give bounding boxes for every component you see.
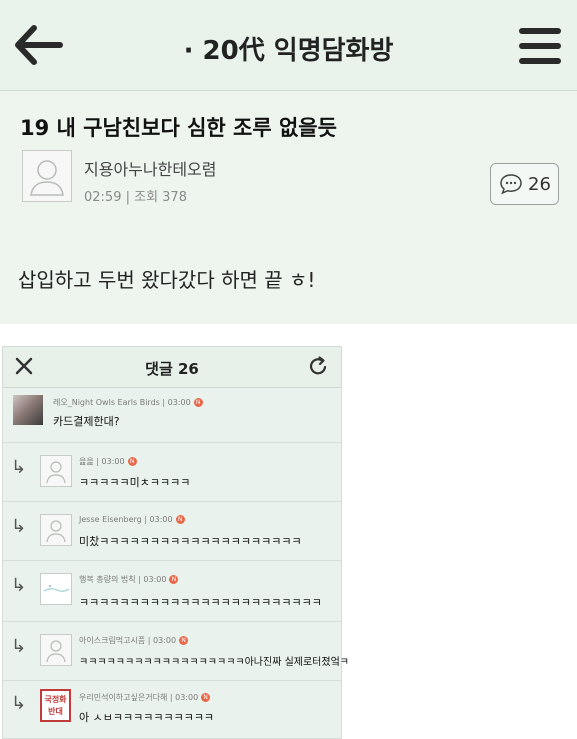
comment-meta: Jesse Eisenberg | 03:00 N [79,515,185,524]
comment-meta: 읊읊 | 03:00 N [79,456,137,467]
comment-meta: 우리민석이하고싶은거다해 | 03:00 N [79,692,211,703]
reply-arrow-icon: ↳ [11,693,27,714]
app-header: · 20代 익명담화방 [0,0,577,91]
comment-item: ↳ 읊읊 | 03:00 N ㅋㅋㅋㅋㅋ미ㅊㅋㅋㅋㅋ [3,443,341,502]
comment-item: ↳ 아이스크림먹고시픔 | 03:00 N ㅋㅋㅋㅋㅋㅋㅋㅋㅋㅋㅋㅋㅋㅋㅋㅋㅋㅋ아… [3,622,349,681]
comment-time: 03:00 [149,515,173,524]
comment-meta: 행복 총량의 법칙 | 03:00 N [79,574,179,585]
comments-header: 댓글 26 [3,347,341,388]
comment-author[interactable]: 행복 총량의 법칙 [79,575,136,584]
comment-item: 레오_Night Owls Earls Birds | 03:00 N 카드결제한… [3,388,341,443]
comment-author[interactable]: Jesse Eisenberg [79,515,142,524]
speech-bubble-icon [500,174,522,195]
comment-item: ↳ 국정화 반대 우리민석이하고싶은거다해 | 03:00 N 아 ㅅㅂㅋㅋㅋㅋㅋ… [3,681,341,737]
post-body: 삽입하고 두번 왔다갔다 하면 끝 ㅎ! [18,268,316,292]
comments-panel: 댓글 26 레오_Night Owls Earls Birds | 03:00 N… [2,346,349,739]
user-icon [30,160,64,196]
user-icon [46,640,66,663]
sky-image-icon [43,585,70,592]
comment-time: 03:00 [143,575,167,584]
comment-count: 26 [528,174,551,195]
comment-time: 03:00 [167,398,191,407]
comment-text: ㅋㅋㅋㅋㅋㅋㅋㅋㅋㅋㅋㅋㅋㅋㅋㅋㅋㅋㅋㅋㅋㅋㅋㅋ [79,596,322,609]
user-icon [46,461,66,484]
page-title: · 20代 익명담화방 [183,36,394,66]
new-badge: N [193,398,203,407]
refresh-icon[interactable] [305,353,331,379]
comment-item: ↳ 행복 총량의 법칙 | 03:00 N ㅋㅋㅋㅋㅋㅋㅋㅋㅋㅋㅋㅋㅋㅋㅋㅋㅋㅋㅋ… [3,561,341,622]
avatar [40,514,72,546]
comment-time: 03:00 [175,693,199,702]
comment-text: ㅋㅋㅋㅋㅋㅋㅋㅋㅋㅋㅋㅋㅋㅋㅋㅋㅋㅋ아나진짜 실제로터졌엌ㅋ [79,657,349,668]
comment-meta: 레오_Night Owls Earls Birds | 03:00 N [53,397,203,408]
post-title: 19 내 구남친보다 심한 조루 없을듯 [20,116,337,140]
reply-arrow-icon: ↳ [11,516,27,537]
comment-meta: 아이스크림먹고시픔 | 03:00 N [79,635,189,646]
post-meta: 02:59 | 조회 378 [84,190,187,205]
comment-text: 아 ㅅㅂㅋㅋㅋㅋㅋㅋㅋㅋㅋㅋ [79,711,215,724]
new-badge: N [201,693,211,702]
avatar: 국정화 반대 [40,689,71,722]
avatar [22,150,72,202]
comment-text: 미찼ㅋㅋㅋㅋㅋㅋㅋㅋㅋㅋㅋㅋㅋㅋㅋㅋㅋㅋㅋㅋ [79,535,302,548]
comment-text: ㅋㅋㅋㅋㅋ미ㅊㅋㅋㅋㅋ [79,476,191,489]
comment-author[interactable]: 레오_Night Owls Earls Birds [53,398,160,407]
comment-item: ↳ Jesse Eisenberg | 03:00 N 미찼ㅋㅋㅋㅋㅋㅋㅋㅋㅋㅋㅋ… [3,502,341,561]
comments-title: 댓글 26 [145,360,199,378]
post-panel: · 20代 익명담화방 19 내 구남친보다 심한 조루 없을듯 지용아누나한테… [0,0,577,324]
comment-count-button[interactable]: 26 [490,163,559,205]
comment-author[interactable]: 우리민석이하고싶은거다해 [79,693,167,702]
author-name[interactable]: 지용아누나한테오렴 [84,156,216,180]
new-badge: N [169,575,179,584]
reply-arrow-icon: ↳ [11,457,27,478]
comment-time: 03:00 [101,457,125,466]
reply-arrow-icon: ↳ [11,575,27,596]
reply-arrow-icon: ↳ [11,636,27,657]
avatar [13,395,43,425]
comment-time: 03:00 [153,636,177,645]
avatar [40,573,72,605]
user-icon [46,520,66,543]
comment-text: 카드결제한대? [53,415,120,428]
new-badge: N [175,515,185,524]
hamburger-menu-icon[interactable] [519,28,561,64]
new-badge: N [127,457,137,466]
new-badge: N [179,636,189,645]
avatar-stamp-text: 국정화 반대 [44,695,67,716]
comment-author[interactable]: 아이스크림먹고시픔 [79,636,145,645]
comment-author[interactable]: 읊읊 [79,457,94,466]
avatar [40,634,72,666]
avatar [40,455,72,487]
